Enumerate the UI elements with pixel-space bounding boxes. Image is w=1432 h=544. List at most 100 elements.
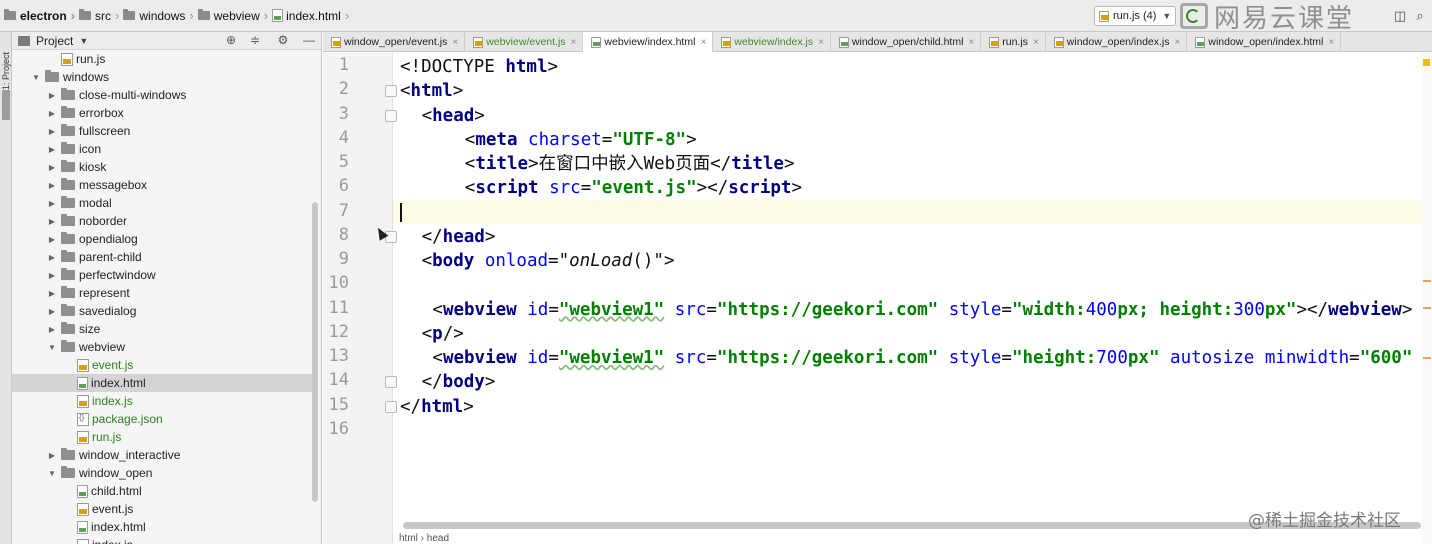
chevron-right-icon[interactable]: ▶ <box>46 199 58 208</box>
chevron-right-icon[interactable]: ▶ <box>46 217 58 226</box>
close-icon[interactable]: × <box>700 37 706 48</box>
warning-marker[interactable] <box>1423 357 1431 359</box>
chevron-right-icon[interactable]: ▶ <box>46 271 58 280</box>
tree-file[interactable]: event.js <box>12 356 312 374</box>
editor-tab[interactable]: run.js × <box>981 32 1046 52</box>
code-line[interactable]: </html> <box>400 395 474 419</box>
tree-folder[interactable]: ▼ windows <box>12 68 312 86</box>
close-icon[interactable]: × <box>571 37 577 48</box>
chevron-down-icon[interactable]: ▼ <box>79 36 88 46</box>
chevron-right-icon[interactable]: ▶ <box>46 289 58 298</box>
code-line[interactable]: <html> <box>400 79 463 103</box>
fold-toggle-icon[interactable] <box>385 400 397 413</box>
tree-folder[interactable]: ▶ perfectwindow <box>12 266 312 284</box>
collapse-all-icon[interactable]: ≑ <box>248 33 262 47</box>
chevron-down-icon[interactable]: ▼ <box>46 343 58 352</box>
code-editor[interactable]: 1 2 3 4 5 6 7 8 9 10 11 12 13 14 15 16 <!DOCTYPE html> <… <box>323 53 1432 544</box>
code-line[interactable]: <!DOCTYPE html> <box>400 55 558 79</box>
fold-toggle-icon[interactable] <box>385 109 397 122</box>
tree-folder[interactable]: ▶ modal <box>12 194 312 212</box>
tree-folder[interactable]: ▶ savedialog <box>12 302 312 320</box>
tree-folder[interactable]: ▼ window_open <box>12 464 312 482</box>
tree-folder[interactable]: ▶ parent-child <box>12 248 312 266</box>
chevron-right-icon[interactable]: ▶ <box>46 235 58 244</box>
chevron-right-icon[interactable]: ▶ <box>46 325 58 334</box>
tree-file[interactable]: child.html <box>12 482 312 500</box>
tree-folder[interactable]: ▶ noborder <box>12 212 312 230</box>
code-line[interactable]: <title>在窗口中嵌入Web页面</title> <box>465 152 795 176</box>
tree-folder[interactable]: ▶ icon <box>12 140 312 158</box>
code-line[interactable]: <meta charset="UTF-8"> <box>465 128 697 152</box>
fold-toggle-icon[interactable] <box>385 85 397 98</box>
chevron-right-icon[interactable]: ▶ <box>46 307 58 316</box>
editor-tab[interactable]: window_open/event.js × <box>323 32 466 52</box>
chevron-right-icon[interactable]: ▶ <box>46 127 58 136</box>
tree-file[interactable]: index.html <box>12 518 312 536</box>
code-line[interactable]: <webview id="webview1" src="https://geek… <box>432 298 1412 322</box>
code-line[interactable]: <script src="event.js"></script> <box>465 176 802 200</box>
search-icon[interactable]: ⌕ <box>1412 8 1428 24</box>
project-tool-tab[interactable]: 1: Project <box>1 40 11 90</box>
chevron-down-icon[interactable]: ▼ <box>46 469 58 478</box>
editor-tab[interactable]: window_open/index.js × <box>1046 32 1188 52</box>
project-panel-title[interactable]: Project <box>36 34 73 48</box>
code-line[interactable]: <webview id="webview1" src="https://geek… <box>432 346 1412 370</box>
breadcrumb-item-windows[interactable]: windows › <box>123 8 197 23</box>
tree-file[interactable]: index.html <box>12 374 312 392</box>
stop-icon[interactable]: ◫ <box>1392 8 1408 24</box>
chevron-right-icon[interactable]: ▶ <box>46 163 58 172</box>
chevron-right-icon[interactable]: ▶ <box>46 451 58 460</box>
code-line[interactable]: </body> <box>422 370 496 394</box>
close-icon[interactable]: × <box>1328 37 1334 48</box>
project-tool-button[interactable] <box>2 90 10 120</box>
tree-folder[interactable]: ▶ fullscreen <box>12 122 312 140</box>
chevron-right-icon[interactable]: ▶ <box>46 109 58 118</box>
tree-file[interactable]: run.js <box>12 50 312 68</box>
code-line[interactable]: </head> <box>422 225 496 249</box>
warning-marker[interactable] <box>1423 280 1431 282</box>
run-configuration-select[interactable]: run.js (4) ▼ <box>1094 6 1176 26</box>
editor-breadcrumb[interactable]: html › head <box>399 533 449 544</box>
editor-tab[interactable]: webview/index.js × <box>713 32 831 52</box>
tree-folder[interactable]: ▶ opendialog <box>12 230 312 248</box>
code-line[interactable]: <body onload="onLoad()"> <box>422 249 675 273</box>
project-tree-scrollbar[interactable] <box>312 202 318 502</box>
tree-file[interactable]: run.js <box>12 428 312 446</box>
tree-file[interactable]: index.js <box>12 392 312 410</box>
close-icon[interactable]: × <box>968 37 974 48</box>
tree-folder[interactable]: ▶ kiosk <box>12 158 312 176</box>
warning-marker[interactable] <box>1423 307 1431 309</box>
editor-tab[interactable]: webview/index.html × <box>583 32 714 52</box>
tree-folder[interactable]: ▶ size <box>12 320 312 338</box>
chevron-right-icon[interactable]: ▶ <box>46 91 58 100</box>
tree-file[interactable]: index.js <box>12 536 312 544</box>
chevron-right-icon[interactable]: ▶ <box>46 181 58 190</box>
tree-folder[interactable]: ▶ errorbox <box>12 104 312 122</box>
tree-folder[interactable]: ▶ represent <box>12 284 312 302</box>
inspection-status-icon[interactable] <box>1423 59 1430 66</box>
gear-icon[interactable]: ⚙ <box>276 33 290 47</box>
tree-file[interactable]: event.js <box>12 500 312 518</box>
code-line[interactable]: <p/> <box>422 322 464 346</box>
fold-toggle-icon[interactable] <box>385 376 397 389</box>
tree-folder[interactable]: ▼ webview <box>12 338 312 356</box>
tree-folder[interactable]: ▶ messagebox <box>12 176 312 194</box>
breadcrumb-item-src[interactable]: src › <box>79 8 123 23</box>
editor-tab[interactable]: webview/event.js × <box>465 32 584 52</box>
editor-tab[interactable]: window_open/index.html × <box>1187 32 1342 52</box>
breadcrumb-item-webview[interactable]: webview › <box>197 8 272 23</box>
chevron-down-icon[interactable]: ▼ <box>30 73 42 82</box>
chevron-right-icon[interactable]: ▶ <box>46 253 58 262</box>
close-icon[interactable]: × <box>1175 37 1181 48</box>
locate-file-icon[interactable]: ⊕ <box>224 33 238 47</box>
close-icon[interactable]: × <box>1033 37 1039 48</box>
chevron-right-icon[interactable]: ▶ <box>46 145 58 154</box>
close-icon[interactable]: × <box>452 37 458 48</box>
tree-file[interactable]: package.json <box>12 410 312 428</box>
tree-folder[interactable]: ▶ window_interactive <box>12 446 312 464</box>
tree-folder[interactable]: ▶ close-multi-windows <box>12 86 312 104</box>
editor-tab[interactable]: window_open/child.html × <box>831 32 982 52</box>
close-icon[interactable]: × <box>818 37 824 48</box>
breadcrumb-item-index-html[interactable]: index.html › <box>272 8 353 23</box>
hide-panel-icon[interactable]: — <box>302 33 316 47</box>
